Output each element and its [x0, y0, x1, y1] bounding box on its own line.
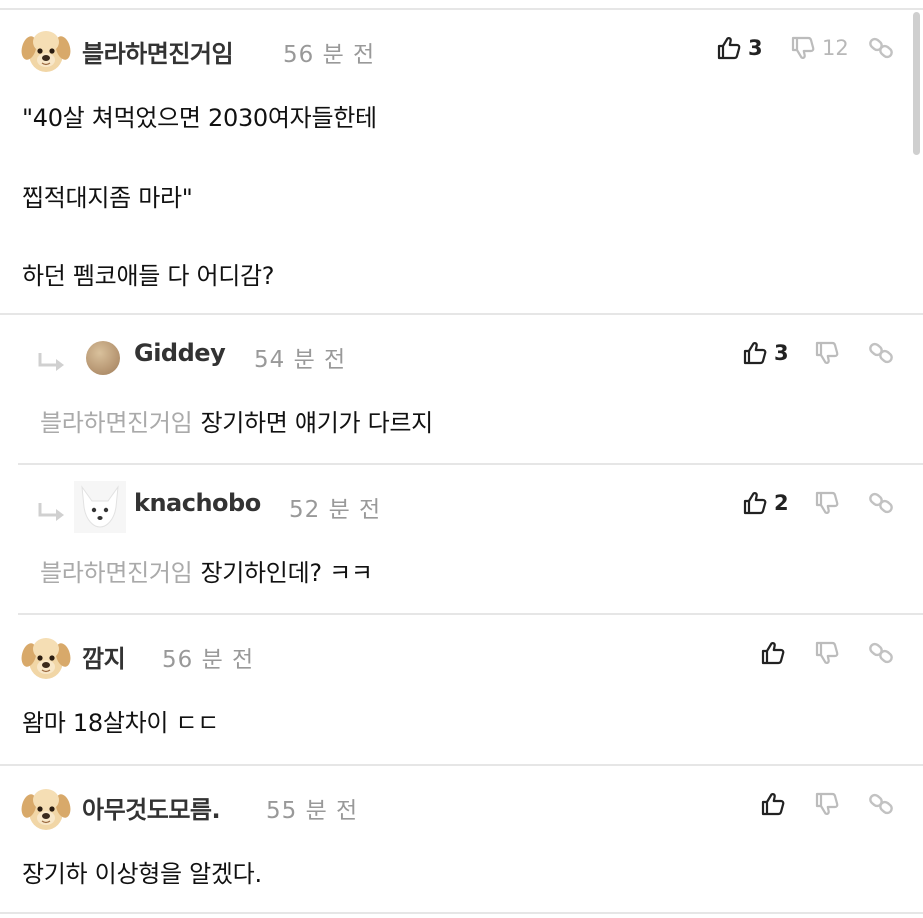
reply-arrow-icon [36, 501, 68, 525]
like-button[interactable] [760, 784, 786, 824]
like-button[interactable]: 2 [742, 483, 789, 523]
mention-nickname[interactable]: 블라하면진거임 [40, 409, 193, 437]
fox-avatar-icon[interactable] [74, 481, 126, 533]
dog-avatar-icon[interactable] [20, 782, 72, 834]
comment-actions: 3 [742, 333, 906, 373]
comment-line: "40살 쳐먹었으면 2030여자들한테 [22, 104, 377, 132]
nickname[interactable]: 아무것도모름. [82, 790, 221, 825]
comment-header: knachobo 52 분 전 2 [0, 477, 923, 533]
comment-actions [760, 633, 906, 673]
thumbs-up-icon [716, 35, 742, 61]
dislike-count: 12 [822, 36, 849, 60]
timestamp: 54 분 전 [254, 347, 347, 373]
comment-divider [0, 912, 923, 914]
like-button[interactable]: 3 [716, 28, 763, 68]
link-button[interactable] [868, 483, 894, 523]
reply-content: 장기하인데? ㅋㅋ [200, 559, 373, 587]
timestamp: 52 분 전 [289, 497, 382, 523]
like-count: 3 [748, 36, 763, 60]
dislike-button[interactable] [814, 333, 840, 373]
timestamp: 55 분 전 [266, 798, 359, 824]
comment-header: 블라하면진거임 56 분 전 3 12 [0, 22, 923, 78]
comment-actions: 2 [742, 483, 906, 523]
reply-content: 장기하면 얘기가 다르지 [200, 409, 433, 437]
thumbs-down-icon [814, 791, 840, 817]
link-icon [868, 340, 894, 366]
comment-text: 장기하 이상형을 알겠다. [22, 860, 262, 888]
link-button[interactable] [868, 28, 894, 68]
timestamp: 56 분 전 [283, 42, 376, 68]
dog-avatar-icon[interactable] [20, 24, 72, 76]
thumbs-up-icon [742, 490, 768, 516]
thumbs-up-icon [760, 791, 786, 817]
reply-text: 블라하면진거임 장기하면 얘기가 다르지 [40, 403, 433, 438]
thumbs-down-icon [814, 640, 840, 666]
comment-text: 왐마 18살차이 ㄷㄷ [22, 709, 220, 737]
dislike-button[interactable] [814, 483, 840, 523]
nickname[interactable]: 깜지 [82, 639, 126, 674]
nickname[interactable]: 블라하면진거임 [82, 34, 234, 69]
thumbs-up-icon [742, 340, 768, 366]
comment-header: Giddey 54 분 전 3 [0, 327, 923, 383]
mention-nickname[interactable]: 블라하면진거임 [40, 559, 193, 587]
link-button[interactable] [868, 633, 894, 673]
comment-line: 찝적대지좀 마라" [22, 184, 193, 212]
link-button[interactable] [868, 333, 894, 373]
dislike-button[interactable] [814, 784, 840, 824]
link-icon [868, 35, 894, 61]
dislike-button[interactable] [814, 633, 840, 673]
comment-header: 깜지 56 분 전 [0, 627, 923, 683]
like-count: 3 [774, 341, 789, 365]
link-icon [868, 791, 894, 817]
link-button[interactable] [868, 784, 894, 824]
like-count: 2 [774, 491, 789, 515]
comment-item: 아무것도모름. 55 분 전 장기하 이상형을 알겠다. [0, 766, 923, 916]
reply-arrow-icon [36, 351, 68, 375]
like-button[interactable]: 3 [742, 333, 789, 373]
reply-text: 블라하면진거임 장기하인데? ㅋㅋ [40, 553, 373, 588]
dislike-button[interactable]: 12 [790, 28, 849, 68]
thumbs-down-icon [790, 35, 816, 61]
avatar[interactable] [86, 341, 120, 375]
thumbs-up-icon [760, 640, 786, 666]
thumbs-down-icon [814, 340, 840, 366]
comment-item: 깜지 56 분 전 왐마 18살차이 ㄷㄷ [0, 615, 923, 766]
reply-item: Giddey 54 분 전 3 블라하면진거임 장기하면 얘기가 다르지 [0, 315, 923, 465]
link-icon [868, 640, 894, 666]
link-icon [868, 490, 894, 516]
nickname[interactable]: Giddey [134, 339, 226, 367]
timestamp: 56 분 전 [162, 647, 255, 673]
nickname[interactable]: knachobo [134, 489, 261, 517]
reply-item: knachobo 52 분 전 2 블라하면진거임 장기하인데? ㅋㅋ [0, 465, 923, 615]
like-button[interactable] [760, 633, 786, 673]
dog-avatar-icon[interactable] [20, 631, 72, 683]
comment-line: 하던 펨코애들 다 어디감? [22, 262, 275, 290]
comment-actions: 3 12 [716, 28, 906, 68]
thumbs-down-icon [814, 490, 840, 516]
comment-actions [760, 784, 906, 824]
comment-item: 블라하면진거임 56 분 전 3 12 "40살 쳐먹었으면 2030여자들한테… [0, 10, 923, 315]
comment-header: 아무것도모름. 55 분 전 [0, 778, 923, 834]
